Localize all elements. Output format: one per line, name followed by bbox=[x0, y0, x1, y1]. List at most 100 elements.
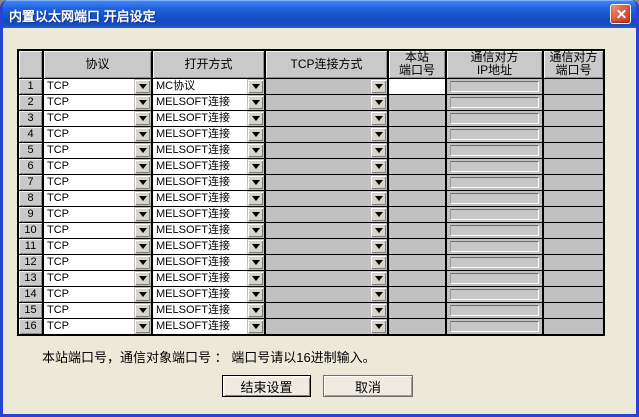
dropdown-button[interactable] bbox=[248, 96, 263, 109]
open-method-dropdown[interactable]: MELSOFT连接 bbox=[153, 271, 264, 286]
tcp-method-dropdown[interactable] bbox=[266, 127, 387, 142]
titlebar[interactable]: 内置以太网端口 开启设定 bbox=[0, 0, 639, 28]
open-method-dropdown[interactable]: MELSOFT连接 bbox=[153, 303, 264, 318]
open-method-dropdown[interactable]: MELSOFT连接 bbox=[153, 143, 264, 158]
dropdown-button[interactable] bbox=[371, 144, 386, 157]
protocol-dropdown[interactable]: TCP bbox=[44, 143, 151, 158]
dropdown-button[interactable] bbox=[371, 80, 386, 93]
dropdown-button[interactable] bbox=[135, 224, 150, 237]
dropdown-button[interactable] bbox=[371, 304, 386, 317]
tcp-method-dropdown[interactable] bbox=[266, 303, 387, 318]
dropdown-button[interactable] bbox=[135, 160, 150, 173]
tcp-method-dropdown[interactable] bbox=[266, 159, 387, 174]
protocol-dropdown[interactable]: TCP bbox=[44, 239, 151, 254]
dropdown-button[interactable] bbox=[248, 288, 263, 301]
tcp-method-dropdown[interactable] bbox=[266, 239, 387, 254]
dropdown-button[interactable] bbox=[371, 192, 386, 205]
dropdown-button[interactable] bbox=[371, 128, 386, 141]
dropdown-button[interactable] bbox=[135, 240, 150, 253]
dropdown-button[interactable] bbox=[371, 288, 386, 301]
protocol-dropdown[interactable]: TCP bbox=[44, 159, 151, 174]
tcp-method-dropdown[interactable] bbox=[266, 271, 387, 286]
dropdown-button[interactable] bbox=[248, 128, 263, 141]
open-method-dropdown[interactable]: MC协议 bbox=[153, 79, 264, 94]
dropdown-button[interactable] bbox=[135, 176, 150, 189]
dropdown-button[interactable] bbox=[248, 160, 263, 173]
dropdown-button[interactable] bbox=[135, 304, 150, 317]
dropdown-button[interactable] bbox=[371, 112, 386, 125]
protocol-dropdown[interactable]: TCP bbox=[44, 271, 151, 286]
protocol-dropdown[interactable]: TCP bbox=[44, 287, 151, 302]
open-method-dropdown[interactable]: MELSOFT连接 bbox=[153, 191, 264, 206]
open-method-dropdown[interactable]: MELSOFT连接 bbox=[153, 319, 264, 334]
open-method-dropdown[interactable]: MELSOFT连接 bbox=[153, 95, 264, 110]
dropdown-button[interactable] bbox=[371, 176, 386, 189]
local-port-input[interactable] bbox=[388, 78, 446, 94]
dropdown-button[interactable] bbox=[371, 224, 386, 237]
dropdown-button[interactable] bbox=[135, 256, 150, 269]
protocol-dropdown[interactable]: TCP bbox=[44, 207, 151, 222]
dropdown-button[interactable] bbox=[248, 320, 263, 333]
finish-settings-button[interactable]: 结束设置 bbox=[222, 375, 311, 397]
dropdown-button[interactable] bbox=[371, 256, 386, 269]
tcp-method-dropdown[interactable] bbox=[266, 319, 387, 334]
dropdown-button[interactable] bbox=[135, 192, 150, 205]
dropdown-button[interactable] bbox=[248, 176, 263, 189]
tcp-method-dropdown[interactable] bbox=[266, 191, 387, 206]
protocol-dropdown[interactable]: TCP bbox=[44, 319, 151, 334]
protocol-dropdown[interactable]: TCP bbox=[44, 111, 151, 126]
dropdown-button[interactable] bbox=[248, 272, 263, 285]
open-method-dropdown[interactable]: MELSOFT连接 bbox=[153, 287, 264, 302]
dropdown-button[interactable] bbox=[135, 80, 150, 93]
tcp-method-dropdown[interactable] bbox=[266, 95, 387, 110]
open-method-dropdown[interactable]: MELSOFT连接 bbox=[153, 255, 264, 270]
protocol-dropdown[interactable]: TCP bbox=[44, 303, 151, 318]
dropdown-button[interactable] bbox=[135, 128, 150, 141]
dropdown-button[interactable] bbox=[248, 144, 263, 157]
open-method-dropdown[interactable]: MELSOFT连接 bbox=[153, 127, 264, 142]
dropdown-button[interactable] bbox=[248, 240, 263, 253]
protocol-dropdown[interactable]: TCP bbox=[44, 79, 151, 94]
dropdown-button[interactable] bbox=[135, 96, 150, 109]
protocol-dropdown[interactable]: TCP bbox=[44, 255, 151, 270]
open-method-dropdown[interactable]: MELSOFT连接 bbox=[153, 223, 264, 238]
tcp-method-dropdown[interactable] bbox=[266, 175, 387, 190]
dropdown-button[interactable] bbox=[248, 304, 263, 317]
open-method-dropdown[interactable]: MELSOFT连接 bbox=[153, 159, 264, 174]
tcp-method-dropdown[interactable] bbox=[266, 79, 387, 94]
dropdown-button[interactable] bbox=[248, 224, 263, 237]
dropdown-button[interactable] bbox=[135, 112, 150, 125]
dropdown-button[interactable] bbox=[248, 256, 263, 269]
close-button[interactable] bbox=[610, 4, 631, 24]
dropdown-button[interactable] bbox=[371, 160, 386, 173]
dropdown-button[interactable] bbox=[135, 208, 150, 221]
protocol-dropdown[interactable]: TCP bbox=[44, 95, 151, 110]
open-method-dropdown[interactable]: MELSOFT连接 bbox=[153, 207, 264, 222]
dropdown-button[interactable] bbox=[135, 288, 150, 301]
dropdown-button[interactable] bbox=[135, 320, 150, 333]
dropdown-button[interactable] bbox=[248, 208, 263, 221]
tcp-method-dropdown[interactable] bbox=[266, 143, 387, 158]
open-method-dropdown[interactable]: MELSOFT连接 bbox=[153, 239, 264, 254]
dropdown-button[interactable] bbox=[248, 112, 263, 125]
tcp-method-dropdown[interactable] bbox=[266, 287, 387, 302]
tcp-method-dropdown[interactable] bbox=[266, 255, 387, 270]
open-method-dropdown[interactable]: MELSOFT连接 bbox=[153, 111, 264, 126]
protocol-dropdown[interactable]: TCP bbox=[44, 223, 151, 238]
dropdown-button[interactable] bbox=[248, 192, 263, 205]
dropdown-button[interactable] bbox=[371, 272, 386, 285]
dropdown-button[interactable] bbox=[371, 96, 386, 109]
cancel-button[interactable]: 取消 bbox=[323, 375, 413, 397]
protocol-dropdown[interactable]: TCP bbox=[44, 175, 151, 190]
protocol-dropdown[interactable]: TCP bbox=[44, 127, 151, 142]
dropdown-button[interactable] bbox=[371, 208, 386, 221]
protocol-dropdown[interactable]: TCP bbox=[44, 191, 151, 206]
tcp-method-dropdown[interactable] bbox=[266, 223, 387, 238]
open-method-dropdown[interactable]: MELSOFT连接 bbox=[153, 175, 264, 190]
tcp-method-dropdown[interactable] bbox=[266, 207, 387, 222]
tcp-method-dropdown[interactable] bbox=[266, 111, 387, 126]
dropdown-button[interactable] bbox=[135, 272, 150, 285]
dropdown-button[interactable] bbox=[371, 240, 386, 253]
dropdown-button[interactable] bbox=[371, 320, 386, 333]
dropdown-button[interactable] bbox=[248, 80, 263, 93]
